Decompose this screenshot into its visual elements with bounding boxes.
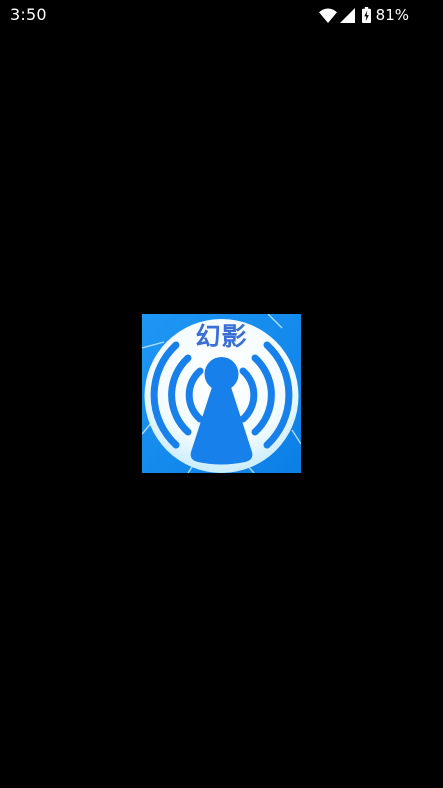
app-logo: 幻影: [142, 314, 301, 473]
status-icons: 81%: [318, 5, 409, 25]
status-bar: 3:50 81%: [0, 0, 443, 30]
status-time: 3:50: [10, 5, 47, 24]
wifi-icon: [318, 8, 337, 23]
logo-text: 幻影: [195, 322, 248, 351]
battery-percentage: 81%: [375, 6, 409, 24]
cellular-signal-icon: [339, 7, 355, 23]
splash-screen: 3:50 81% 幻影: [0, 0, 443, 788]
battery-charging-icon: [361, 7, 371, 23]
